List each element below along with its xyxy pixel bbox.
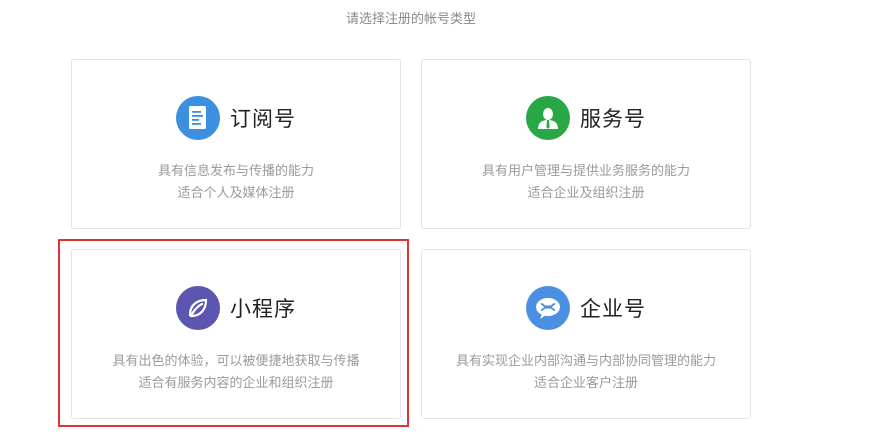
card-enterprise[interactable]: 企业号 具有实现企业内部沟通与内部协同管理的能力 适合企业客户注册: [421, 249, 751, 419]
document-icon: [176, 96, 220, 140]
enterprise-chat-icon: [526, 286, 570, 330]
card-desc-line2: 适合个人及媒体注册: [177, 186, 295, 201]
person-icon: [526, 96, 570, 140]
card-desc-line2: 适合企业及组织注册: [527, 186, 645, 201]
card-desc-line1: 具有出色的体验，可以被便捷地获取与传播: [112, 354, 360, 369]
card-header: 小程序: [72, 286, 400, 330]
page-prompt: 请选择注册的帐号类型: [345, 12, 476, 27]
card-desc-line1: 具有实现企业内部沟通与内部协同管理的能力: [455, 354, 716, 369]
card-service[interactable]: 服务号 具有用户管理与提供业务服务的能力 适合企业及组织注册: [421, 59, 751, 229]
card-description: 具有用户管理与提供业务服务的能力 适合企业及组织注册: [422, 161, 750, 205]
card-title: 小程序: [230, 297, 296, 321]
mini-program-icon: [176, 286, 220, 330]
card-header: 订阅号: [72, 96, 400, 140]
card-subscription[interactable]: 订阅号 具有信息发布与传播的能力 适合个人及媒体注册: [71, 59, 401, 229]
account-type-page: 请选择注册的帐号类型 订阅号 具有信息发布与传播的能力 适合个人及媒体注册 服务…: [0, 0, 869, 436]
card-description: 具有实现企业内部沟通与内部协同管理的能力 适合企业客户注册: [422, 351, 750, 395]
card-description: 具有信息发布与传播的能力 适合个人及媒体注册: [72, 161, 400, 205]
card-desc-line2: 适合企业客户注册: [533, 376, 638, 391]
card-title: 服务号: [580, 107, 646, 131]
card-desc-line2: 适合有服务内容的企业和组织注册: [138, 376, 334, 391]
card-title: 订阅号: [230, 107, 296, 131]
card-desc-line1: 具有信息发布与传播的能力: [157, 164, 314, 179]
card-title: 企业号: [580, 297, 646, 321]
card-header: 企业号: [422, 286, 750, 330]
card-header: 服务号: [422, 96, 750, 140]
card-mini-program[interactable]: 小程序 具有出色的体验，可以被便捷地获取与传播 适合有服务内容的企业和组织注册: [71, 249, 401, 419]
card-desc-line1: 具有用户管理与提供业务服务的能力: [481, 164, 690, 179]
card-description: 具有出色的体验，可以被便捷地获取与传播 适合有服务内容的企业和组织注册: [72, 351, 400, 395]
